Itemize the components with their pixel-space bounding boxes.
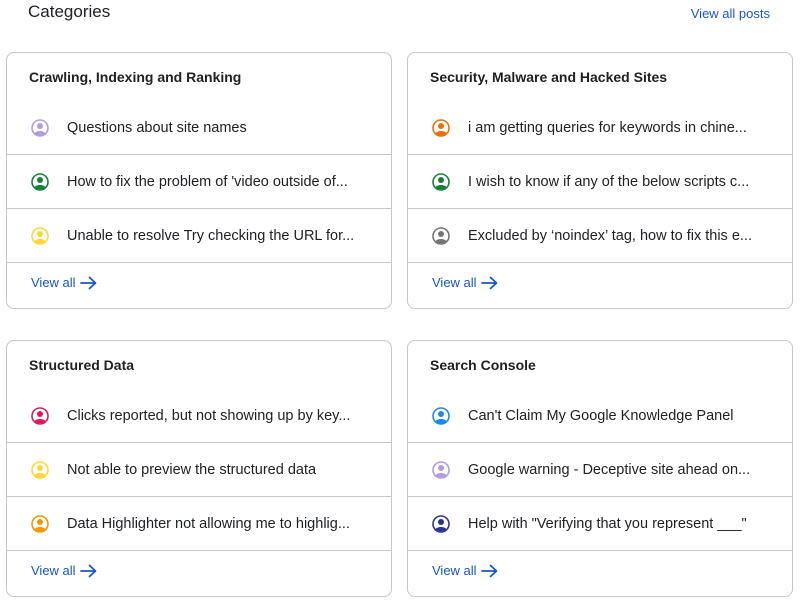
card-title[interactable]: Security, Malware and Hacked Sites [430,69,667,85]
user-avatar-icon [31,514,49,533]
arrow-right-icon [79,276,96,289]
view-all-label: View all [432,275,477,290]
user-avatar-icon [432,226,450,245]
user-avatar-icon [432,118,450,137]
view-all-link[interactable]: View all [432,275,499,290]
arrow-right-icon [79,564,96,577]
post-row[interactable]: How to fix the problem of 'video outside… [7,155,391,209]
post-list: Can't Claim My Google Knowledge Panel Go… [408,389,792,551]
post-title: Clicks reported, but not showing up by k… [67,407,351,424]
post-row[interactable]: Help with "Verifying that you represent … [408,497,792,551]
post-row[interactable]: Data Highlighter not allowing me to high… [7,497,391,551]
view-all-link[interactable]: View all [31,563,98,578]
view-all-label: View all [31,563,76,578]
view-all-label: View all [31,275,76,290]
category-card: Crawling, Indexing and Ranking Questions… [6,52,392,309]
category-card: Structured Data Clicks reported, but not… [6,340,392,597]
post-row[interactable]: i am getting queries for keywords in chi… [408,101,792,155]
category-card: Search Console Can't Claim My Google Kno… [407,340,793,597]
card-title[interactable]: Search Console [430,357,536,373]
user-avatar-icon [31,172,49,191]
categories-page: Categories View all posts Crawling, Inde… [0,0,800,600]
view-all-posts-link[interactable]: View all posts [691,6,770,21]
view-all-link[interactable]: View all [432,563,499,578]
user-avatar-icon [432,460,450,479]
post-row[interactable]: Can't Claim My Google Knowledge Panel [408,389,792,443]
post-row[interactable]: Not able to preview the structured data [7,443,391,497]
user-avatar-icon [31,460,49,479]
post-list: Questions about site names How to fix th… [7,101,391,263]
card-title[interactable]: Crawling, Indexing and Ranking [29,69,241,85]
post-title: Data Highlighter not allowing me to high… [67,515,350,532]
page-title: Categories [28,2,111,21]
user-avatar-icon [31,406,49,425]
post-row[interactable]: Excluded by ‘noindex’ tag, how to fix th… [408,209,792,263]
post-title: Google warning - Deceptive site ahead on… [468,461,751,478]
post-list: i am getting queries for keywords in chi… [408,101,792,263]
post-row[interactable]: Clicks reported, but not showing up by k… [7,389,391,443]
post-title: Not able to preview the structured data [67,461,317,478]
post-row[interactable]: Google warning - Deceptive site ahead on… [408,443,792,497]
post-title: How to fix the problem of 'video outside… [67,173,348,190]
view-all-link[interactable]: View all [31,275,98,290]
card-title[interactable]: Structured Data [29,357,134,373]
post-row[interactable]: I wish to know if any of the below scrip… [408,155,792,209]
header: Categories View all posts [0,0,800,40]
post-title: i am getting queries for keywords in chi… [468,119,747,136]
post-title: Questions about site names [67,119,247,136]
post-list: Clicks reported, but not showing up by k… [7,389,391,551]
user-avatar-icon [432,514,450,533]
view-all-label: View all [432,563,477,578]
post-title: Excluded by ‘noindex’ tag, how to fix th… [468,227,752,244]
user-avatar-icon [432,172,450,191]
post-row[interactable]: Unable to resolve Try checking the URL f… [7,209,391,263]
post-title: Help with "Verifying that you represent … [468,515,747,532]
arrow-right-icon [480,564,497,577]
post-row[interactable]: Questions about site names [7,101,391,155]
post-title: Can't Claim My Google Knowledge Panel [468,407,734,424]
user-avatar-icon [31,118,49,137]
arrow-right-icon [480,276,497,289]
category-card: Security, Malware and Hacked Sites i am … [407,52,793,309]
post-title: Unable to resolve Try checking the URL f… [67,227,355,244]
user-avatar-icon [432,406,450,425]
post-title: I wish to know if any of the below scrip… [468,173,750,190]
user-avatar-icon [31,226,49,245]
